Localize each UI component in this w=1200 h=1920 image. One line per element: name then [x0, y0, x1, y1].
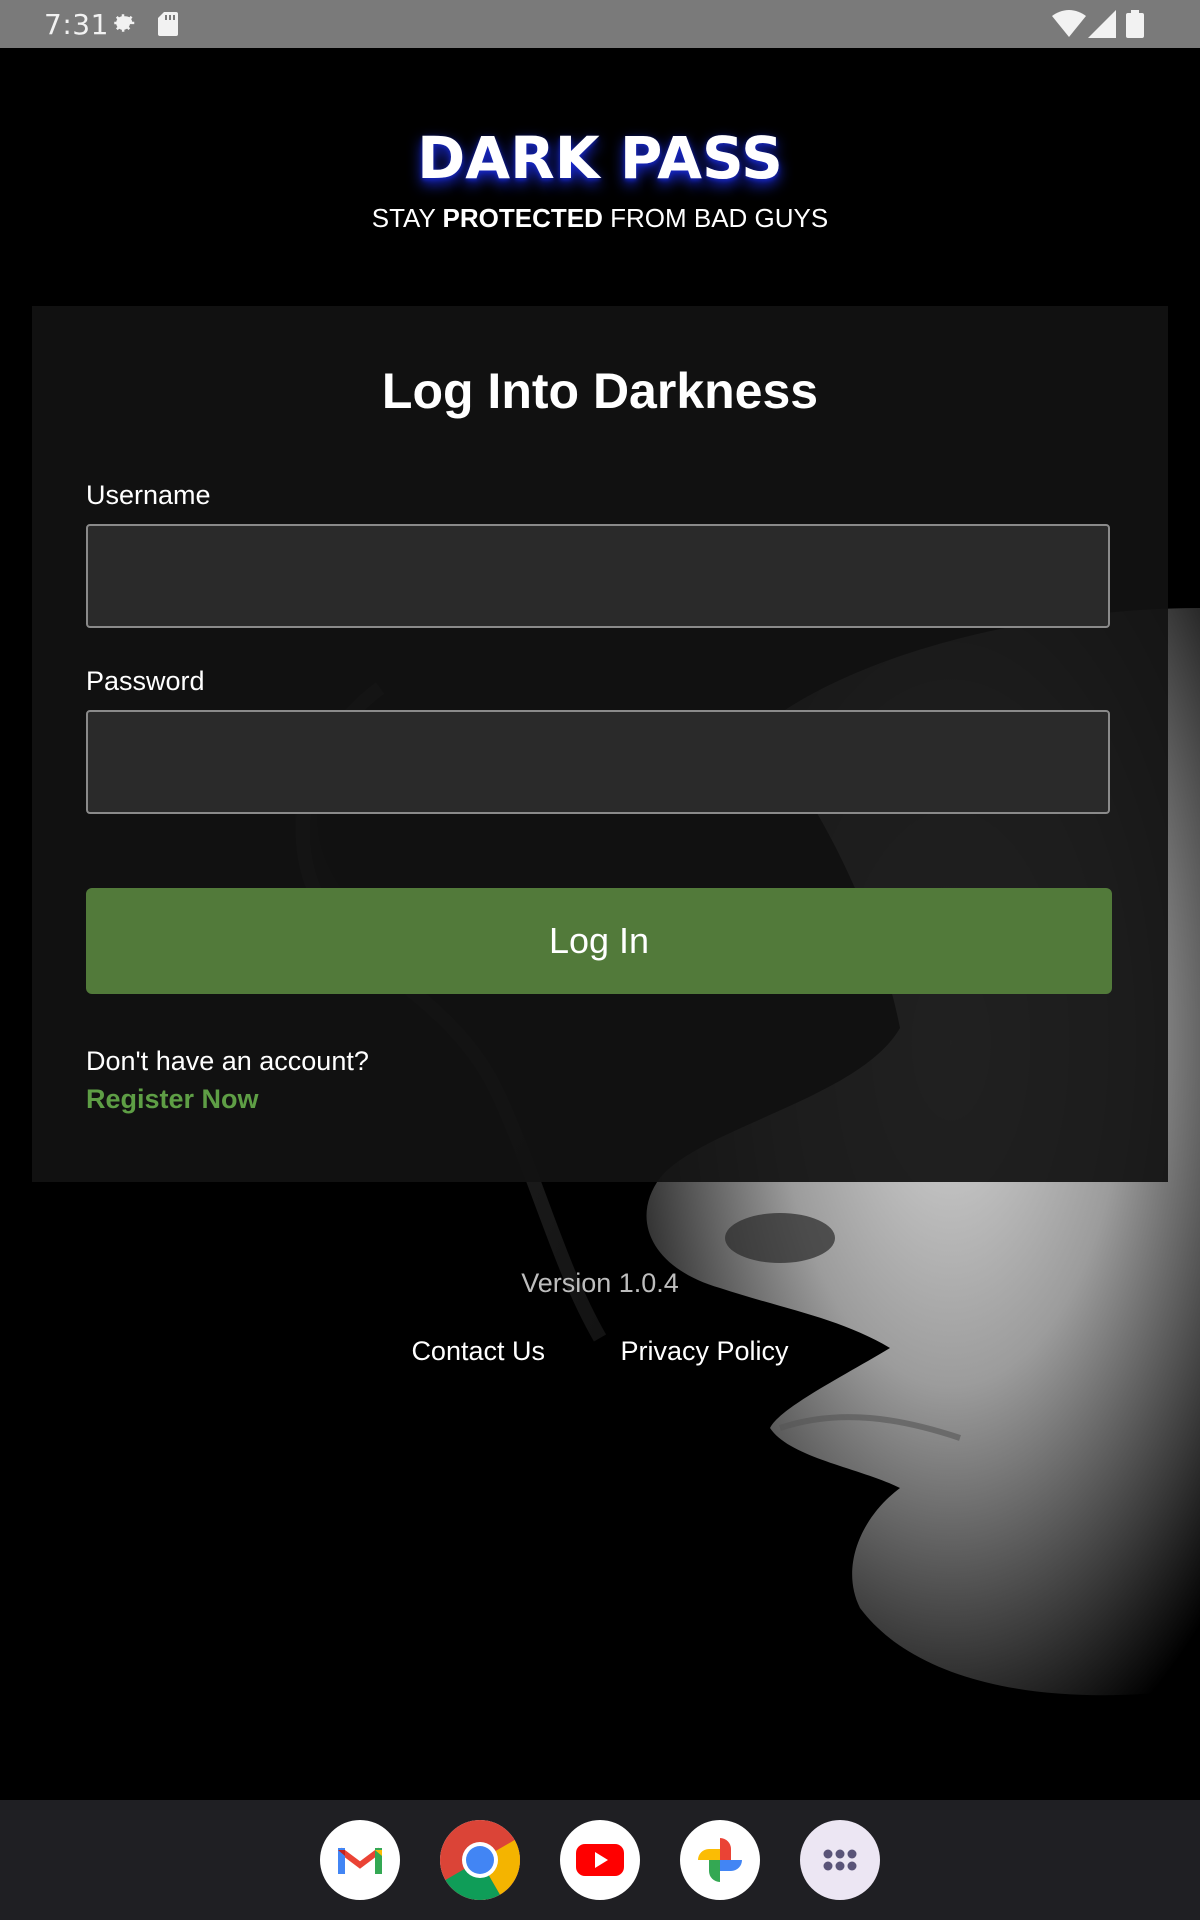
app-dock — [0, 1800, 1200, 1920]
youtube-icon[interactable] — [560, 1820, 640, 1900]
brand-header: DARK PASS STAY PROTECTED FROM BAD GUYS — [0, 118, 1200, 238]
username-input[interactable] — [86, 524, 1110, 628]
photos-icon[interactable] — [680, 1820, 760, 1900]
login-title: Log Into Darkness — [381, 363, 819, 419]
version-text: Version 1.0.4 — [521, 1268, 679, 1298]
footer-links: Contact Us Privacy Policy — [0, 1336, 1200, 1367]
app-drawer-icon[interactable] — [800, 1820, 880, 1900]
login-card: Log Into Darkness Username Password Log … — [32, 306, 1168, 1182]
tagline-suffix: FROM BAD GUYS — [602, 203, 829, 233]
login-button[interactable]: Log In — [86, 888, 1112, 994]
battery-icon — [1126, 10, 1144, 45]
privacy-policy-link[interactable]: Privacy Policy — [621, 1336, 789, 1367]
username-label: Username — [86, 480, 211, 510]
chrome-icon[interactable] — [440, 1820, 520, 1900]
sd-card-icon — [156, 10, 180, 45]
app-title: DARK PASS — [417, 124, 783, 192]
status-bar: 7:31 — [0, 0, 1200, 48]
password-label: Password — [86, 666, 205, 696]
settings-gear-icon — [108, 8, 138, 45]
app-screen: 7:31 DARK PASS STAY PROTECTED FROM BAD G… — [0, 0, 1200, 1920]
wifi-icon — [1052, 10, 1086, 45]
tagline-bold: PROTECTED — [442, 203, 603, 233]
app-tagline: STAY PROTECTED FROM BAD GUYS — [0, 198, 1200, 238]
register-now-link[interactable]: Register Now — [86, 1084, 259, 1115]
cell-signal-icon — [1088, 10, 1116, 45]
password-input[interactable] — [86, 710, 1110, 814]
no-account-text: Don't have an account? — [86, 1046, 369, 1076]
contact-us-link[interactable]: Contact Us — [411, 1336, 545, 1367]
tagline-prefix: STAY — [371, 203, 443, 233]
status-time: 7:31 — [44, 8, 109, 41]
gmail-icon[interactable] — [320, 1820, 400, 1900]
